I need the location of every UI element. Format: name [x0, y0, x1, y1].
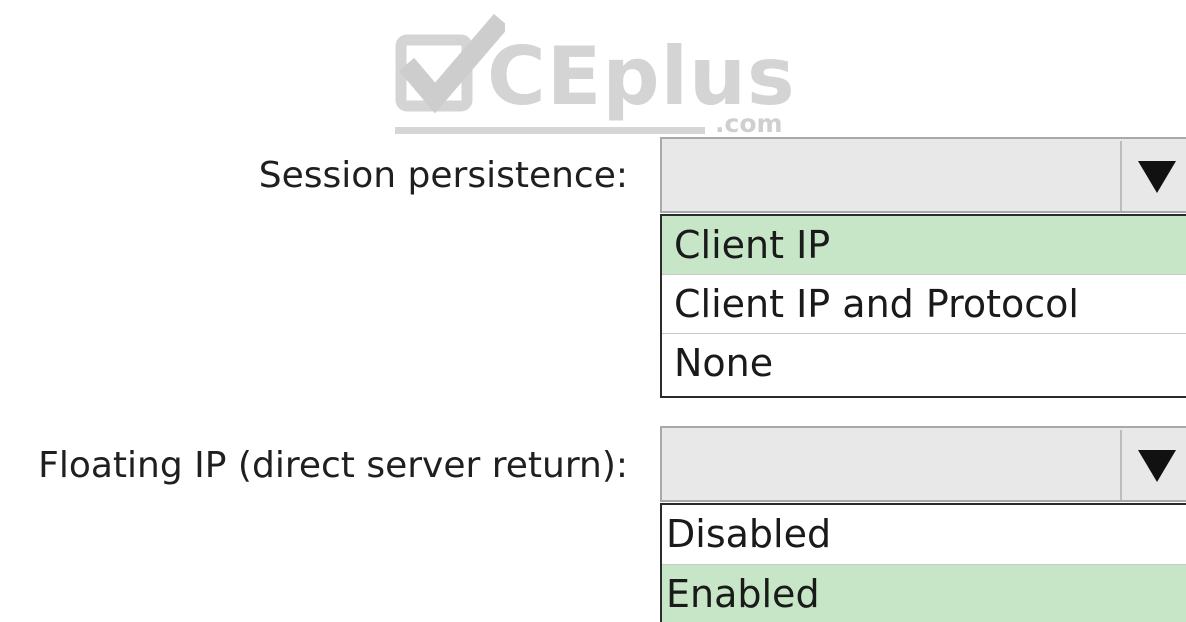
option-disabled[interactable]: Disabled — [662, 505, 1186, 565]
watermark-underline — [395, 127, 705, 134]
option-client-ip[interactable]: Client IP — [662, 216, 1186, 275]
session-persistence-dropdown[interactable] — [660, 137, 1186, 213]
watermark-logo: CEplus .com — [395, 14, 815, 138]
dropdown-divider — [1120, 141, 1122, 211]
floating-ip-options: Disabled Enabled — [660, 503, 1186, 622]
option-enabled[interactable]: Enabled — [662, 565, 1186, 622]
answer-area: CEplus .com Session persistence: Client … — [0, 0, 1186, 622]
option-none[interactable]: None — [662, 334, 1186, 393]
triangle-down-icon[interactable] — [1138, 450, 1176, 482]
option-client-ip-and-protocol[interactable]: Client IP and Protocol — [662, 275, 1186, 334]
session-persistence-options: Client IP Client IP and Protocol None — [660, 214, 1186, 398]
floating-ip-label: Floating IP (direct server return): — [38, 445, 628, 486]
watermark-domain: .com — [715, 109, 783, 138]
triangle-down-icon[interactable] — [1138, 161, 1176, 193]
session-persistence-label: Session persistence: — [258, 155, 628, 196]
dropdown-divider — [1120, 430, 1122, 500]
floating-ip-dropdown[interactable] — [660, 426, 1186, 502]
